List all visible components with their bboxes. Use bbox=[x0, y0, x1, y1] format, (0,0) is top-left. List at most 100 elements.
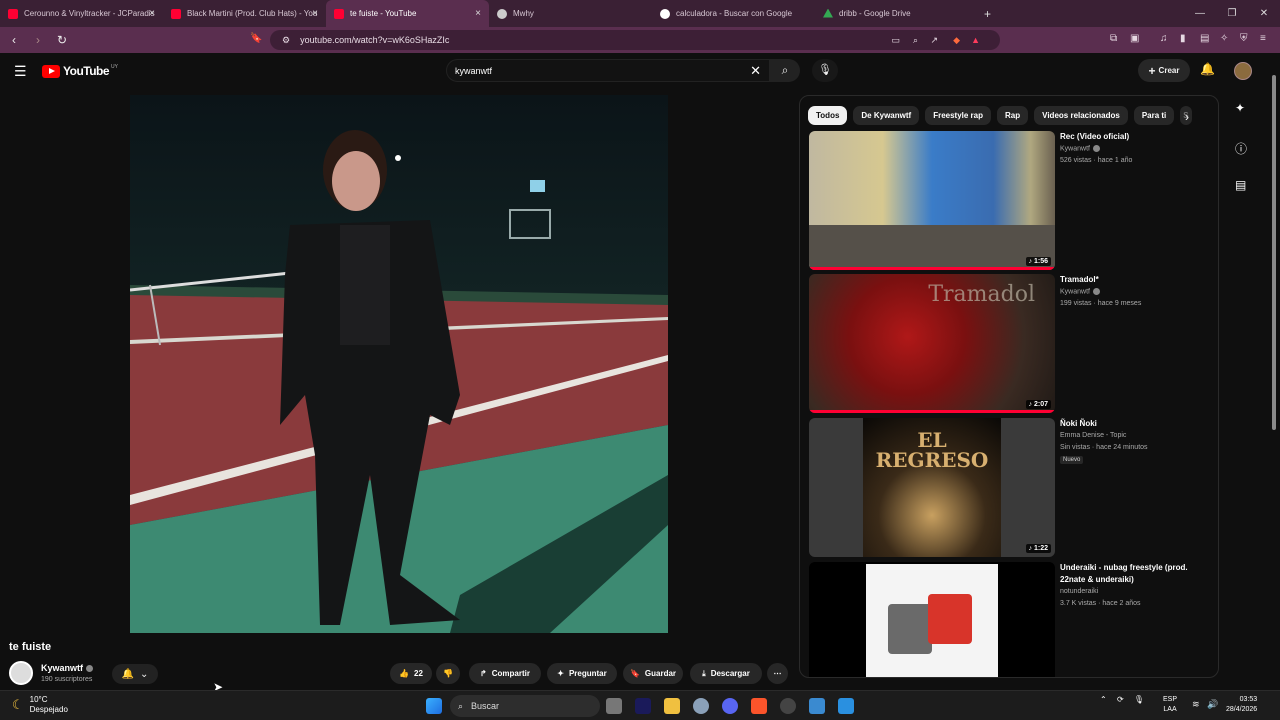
media-icon[interactable]: ♫ bbox=[1160, 33, 1168, 44]
hamburger-menu-icon[interactable]: ☰ bbox=[14, 63, 27, 80]
file-explorer-icon[interactable] bbox=[664, 698, 680, 714]
search-button[interactable]: ⌕ bbox=[770, 59, 800, 82]
browser-tab[interactable]: Mwhy bbox=[489, 0, 652, 27]
create-button[interactable]: + Crear bbox=[1138, 59, 1190, 82]
microphone-tray-icon[interactable]: 🎙 bbox=[1134, 695, 1144, 704]
video-thumbnail[interactable]: EL REGRESO ♪ 1:22 bbox=[809, 418, 1055, 557]
share-button[interactable]: ↱ Compartir bbox=[469, 663, 541, 684]
video-player[interactable] bbox=[130, 95, 668, 633]
bell-icon: 🔔 bbox=[121, 668, 135, 680]
extensions-icon[interactable]: ⧉ bbox=[1110, 33, 1117, 44]
tab-label: calculadora - Buscar con Google bbox=[676, 9, 793, 18]
settings-icon[interactable] bbox=[693, 698, 709, 714]
bookmark-icon[interactable]: 🔖 bbox=[250, 33, 262, 44]
user-avatar[interactable] bbox=[1234, 62, 1252, 80]
browser-tab-active[interactable]: te fuiste - YouTube × bbox=[326, 0, 489, 27]
video-thumbnail[interactable]: Tramadol ♪ 2:07 bbox=[809, 274, 1055, 413]
address-bar[interactable]: ⚙ youtube.com/watch?v=wK6oSHazZIc ▭ ⌕ ↗ … bbox=[270, 30, 1000, 50]
watch-progress-bar bbox=[809, 410, 1055, 413]
chevron-right-icon[interactable]: › bbox=[1185, 110, 1189, 124]
steam-icon[interactable] bbox=[780, 698, 796, 714]
info-icon[interactable]: ⓘ bbox=[1235, 140, 1247, 157]
chip-todos[interactable]: Todos bbox=[808, 106, 848, 125]
volume-icon[interactable]: 🔊 bbox=[1207, 699, 1218, 710]
close-icon[interactable]: × bbox=[149, 8, 155, 19]
chip-freestyle[interactable]: Freestyle rap bbox=[925, 106, 992, 125]
chat-icon[interactable]: ▤ bbox=[1235, 178, 1246, 192]
system-tray[interactable]: ⌃ ⟳ 🎙 bbox=[1100, 695, 1144, 704]
page-scrollbar[interactable] bbox=[1272, 75, 1276, 430]
site-info-icon[interactable]: ⚙ bbox=[282, 35, 290, 46]
download-button[interactable]: ⤓ Descargar bbox=[690, 663, 762, 684]
browser-tab[interactable]: calculadora - Buscar con Google bbox=[652, 0, 815, 27]
close-icon[interactable]: × bbox=[312, 8, 318, 19]
more-actions-button[interactable]: ⋯ bbox=[767, 663, 788, 684]
channel-avatar[interactable] bbox=[9, 661, 33, 685]
forward-icon[interactable]: › bbox=[28, 33, 48, 47]
dislike-button[interactable]: 👎 bbox=[436, 663, 460, 684]
close-window-icon[interactable]: ✕ bbox=[1248, 8, 1280, 19]
minimize-icon[interactable]: — bbox=[1184, 8, 1216, 19]
related-video-card[interactable]: Underaiki - nubag freestyle (prod. 22nat… bbox=[809, 562, 1209, 677]
leo-icon[interactable]: ✧ bbox=[1220, 33, 1228, 44]
share-icon[interactable]: ↗ bbox=[930, 35, 938, 46]
snipping-tool-icon[interactable] bbox=[838, 698, 854, 714]
system-clock[interactable]: 03:53 28/4/2026 bbox=[1226, 695, 1257, 715]
back-icon[interactable]: ‹ bbox=[4, 33, 24, 47]
verified-icon bbox=[1092, 288, 1100, 295]
photos-icon[interactable] bbox=[809, 698, 825, 714]
wifi-icon[interactable]: ≋ bbox=[1192, 699, 1200, 710]
related-video-card[interactable]: EL REGRESO ♪ 1:22 Ñoki Ñoki Emma Denise … bbox=[809, 418, 1209, 558]
discord-icon[interactable] bbox=[722, 698, 738, 714]
chip-rap[interactable]: Rap bbox=[997, 106, 1029, 125]
browser-tab[interactable]: Cerounno & Vinyltracker - JCParadis × bbox=[0, 0, 163, 27]
sync-icon[interactable]: ⟳ bbox=[1117, 695, 1124, 704]
watch-progress-bar bbox=[809, 267, 1055, 270]
related-video-card[interactable]: ♪ 1:56 Rec (Video oficial) Kywanwtf 526 … bbox=[809, 131, 1209, 271]
language-indicator[interactable]: ESP LAA bbox=[1163, 695, 1177, 715]
wallet-icon[interactable]: ▤ bbox=[1200, 33, 1209, 44]
reload-icon[interactable]: ↻ bbox=[52, 33, 72, 47]
zoom-icon[interactable]: ⌕ bbox=[913, 35, 918, 46]
rewards-icon[interactable]: ▲ bbox=[971, 35, 980, 45]
close-icon[interactable]: × bbox=[475, 8, 481, 19]
video-card-meta: Sin vistas · hace 24 minutos bbox=[1060, 444, 1148, 451]
chip-channel[interactable]: De Kywanwtf bbox=[853, 106, 920, 125]
like-button[interactable]: 👍 22 bbox=[390, 663, 432, 684]
menu-icon[interactable]: ≡ bbox=[1260, 33, 1266, 44]
thumbs-up-icon: 👍 bbox=[399, 669, 410, 678]
browser-tab[interactable]: dribb - Google Drive bbox=[815, 0, 978, 27]
video-thumbnail[interactable]: ♪ 1:56 bbox=[809, 131, 1055, 270]
maximize-icon[interactable]: ❐ bbox=[1216, 8, 1248, 19]
brave-browser-icon[interactable] bbox=[751, 698, 767, 714]
reader-icon[interactable]: ▣ bbox=[1130, 33, 1139, 44]
brave-shield-icon[interactable]: ◆ bbox=[953, 35, 960, 46]
channel-name[interactable]: Kywanwtf bbox=[41, 663, 94, 673]
search-input[interactable]: kywanwtf ✕ bbox=[446, 59, 770, 82]
taskbar-search[interactable]: ⌕ Buscar bbox=[450, 695, 600, 717]
save-button[interactable]: 🔖 Guardar bbox=[623, 663, 683, 684]
chevron-down-icon: ⌄ bbox=[140, 668, 149, 680]
weather-widget[interactable]: ☾ 10°C Despejado bbox=[12, 695, 68, 715]
notifications-bell-icon[interactable]: 🔔 bbox=[1200, 62, 1215, 76]
after-effects-icon[interactable] bbox=[635, 698, 651, 714]
new-tab-button[interactable]: + bbox=[984, 7, 991, 21]
chip-related[interactable]: Videos relacionados bbox=[1034, 106, 1128, 125]
related-video-card[interactable]: Tramadol ♪ 2:07 Tramadol* Kywanwtf 199 v… bbox=[809, 274, 1209, 414]
voice-search-button[interactable]: 🎙 bbox=[812, 59, 838, 82]
clear-search-icon[interactable]: ✕ bbox=[750, 63, 761, 79]
youtube-logo[interactable]: YouTube UY bbox=[42, 64, 118, 78]
vpn-icon[interactable]: ⛨ bbox=[1240, 33, 1248, 44]
sparkle-icon[interactable]: ✦ bbox=[1235, 101, 1245, 115]
video-thumbnail[interactable] bbox=[809, 562, 1055, 677]
windows-start-icon[interactable] bbox=[426, 698, 442, 714]
sidebar-icon[interactable]: ▮ bbox=[1180, 33, 1186, 44]
chevron-up-icon[interactable]: ⌃ bbox=[1100, 695, 1107, 704]
thumbs-down-icon: 👎 bbox=[443, 669, 453, 678]
ask-button[interactable]: ✦ Preguntar bbox=[547, 663, 617, 684]
task-view-icon[interactable] bbox=[606, 698, 622, 714]
chip-for-you[interactable]: Para ti bbox=[1133, 106, 1175, 125]
subscription-bell-button[interactable]: 🔔 ⌄ bbox=[112, 664, 158, 684]
browser-tab[interactable]: Black Martini (Prod. Club Hats) - You × bbox=[163, 0, 326, 27]
screen-icon[interactable]: ▭ bbox=[891, 35, 900, 46]
